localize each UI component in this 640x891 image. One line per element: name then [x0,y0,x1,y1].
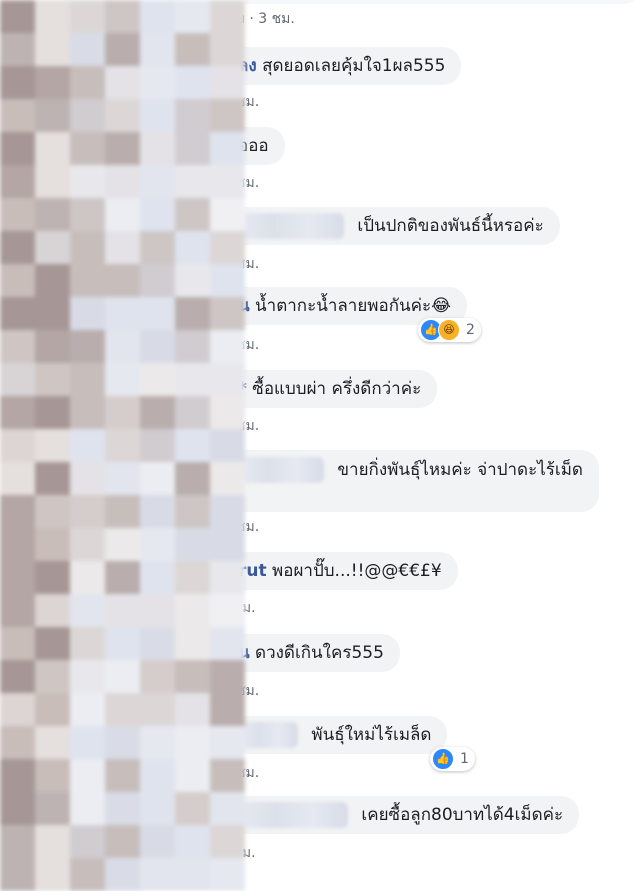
blurred-commenter-name[interactable] [240,457,324,483]
comment-text: พอผาปั๊บ...!!@@€€£¥ [272,561,442,581]
haha-icon: 😆 [438,319,460,341]
comment-bubble: ขายกิ่งพันธุ์ไหมค่ะ จ่าปาดะไร้เม็ด [222,450,599,512]
reaction-summary[interactable]: 👍 1 [430,747,475,771]
comment-bubble: * ซื้อแบบผ่า ครึ่งดีกว่าค่ะ [222,370,438,408]
blurred-commenter-name[interactable] [240,722,298,748]
comment-text: สุดยอดเลยคุ้มใจ1ผล555 [262,56,446,76]
reaction-count: 2 [466,322,475,338]
comment-text: เป็นปกติของพันธ์นี้หรอค่ะ [357,216,544,236]
comment-bubble: เคยซื้อลูก80บาทได้4เม็ดค่ะ [222,796,580,834]
blurred-profile-mosaic [0,0,245,891]
comment-text: พันธุ์ใหม่ไร้เมล็ด [311,725,432,745]
reaction-count: 1 [460,751,469,767]
comment-text: เคยซื้อลูก80บาทได้4เม็ดค่ะ [361,805,564,825]
reaction-summary[interactable]: 👍 😆 2 [418,318,481,342]
previous-comment-bubble [245,0,640,4]
comment-bubble: เป็นปกติของพันธ์นี้หรอค่ะ [222,207,560,245]
comment-bubble: น ดวงดีเกินใคร555 [222,634,400,672]
comment-bubble: ลง สุดยอดเลยคุ้มใจ1ผล555 [222,47,462,85]
comment-text: ซื้อแบบผ่า ครึ่งดีกว่าค่ะ [252,379,422,399]
like-icon: 👍 [432,748,454,770]
comment-bubble: rut พอผาปั๊บ...!!@@€€£¥ [222,552,458,590]
comment-text: น้ำตากะน้ำลายพอกันค่ะ😂 [255,296,451,316]
comment-bubble: พันธุ์ใหม่ไร้เมล็ด [222,716,448,754]
comment-text: ขายกิ่งพันธุ์ไหมค่ะ จ่าปาดะไร้เม็ด [337,460,583,480]
blurred-commenter-name[interactable] [240,802,348,828]
blurred-commenter-name[interactable] [240,213,344,239]
comment-text: ดวงดีเกินใคร555 [255,643,384,663]
